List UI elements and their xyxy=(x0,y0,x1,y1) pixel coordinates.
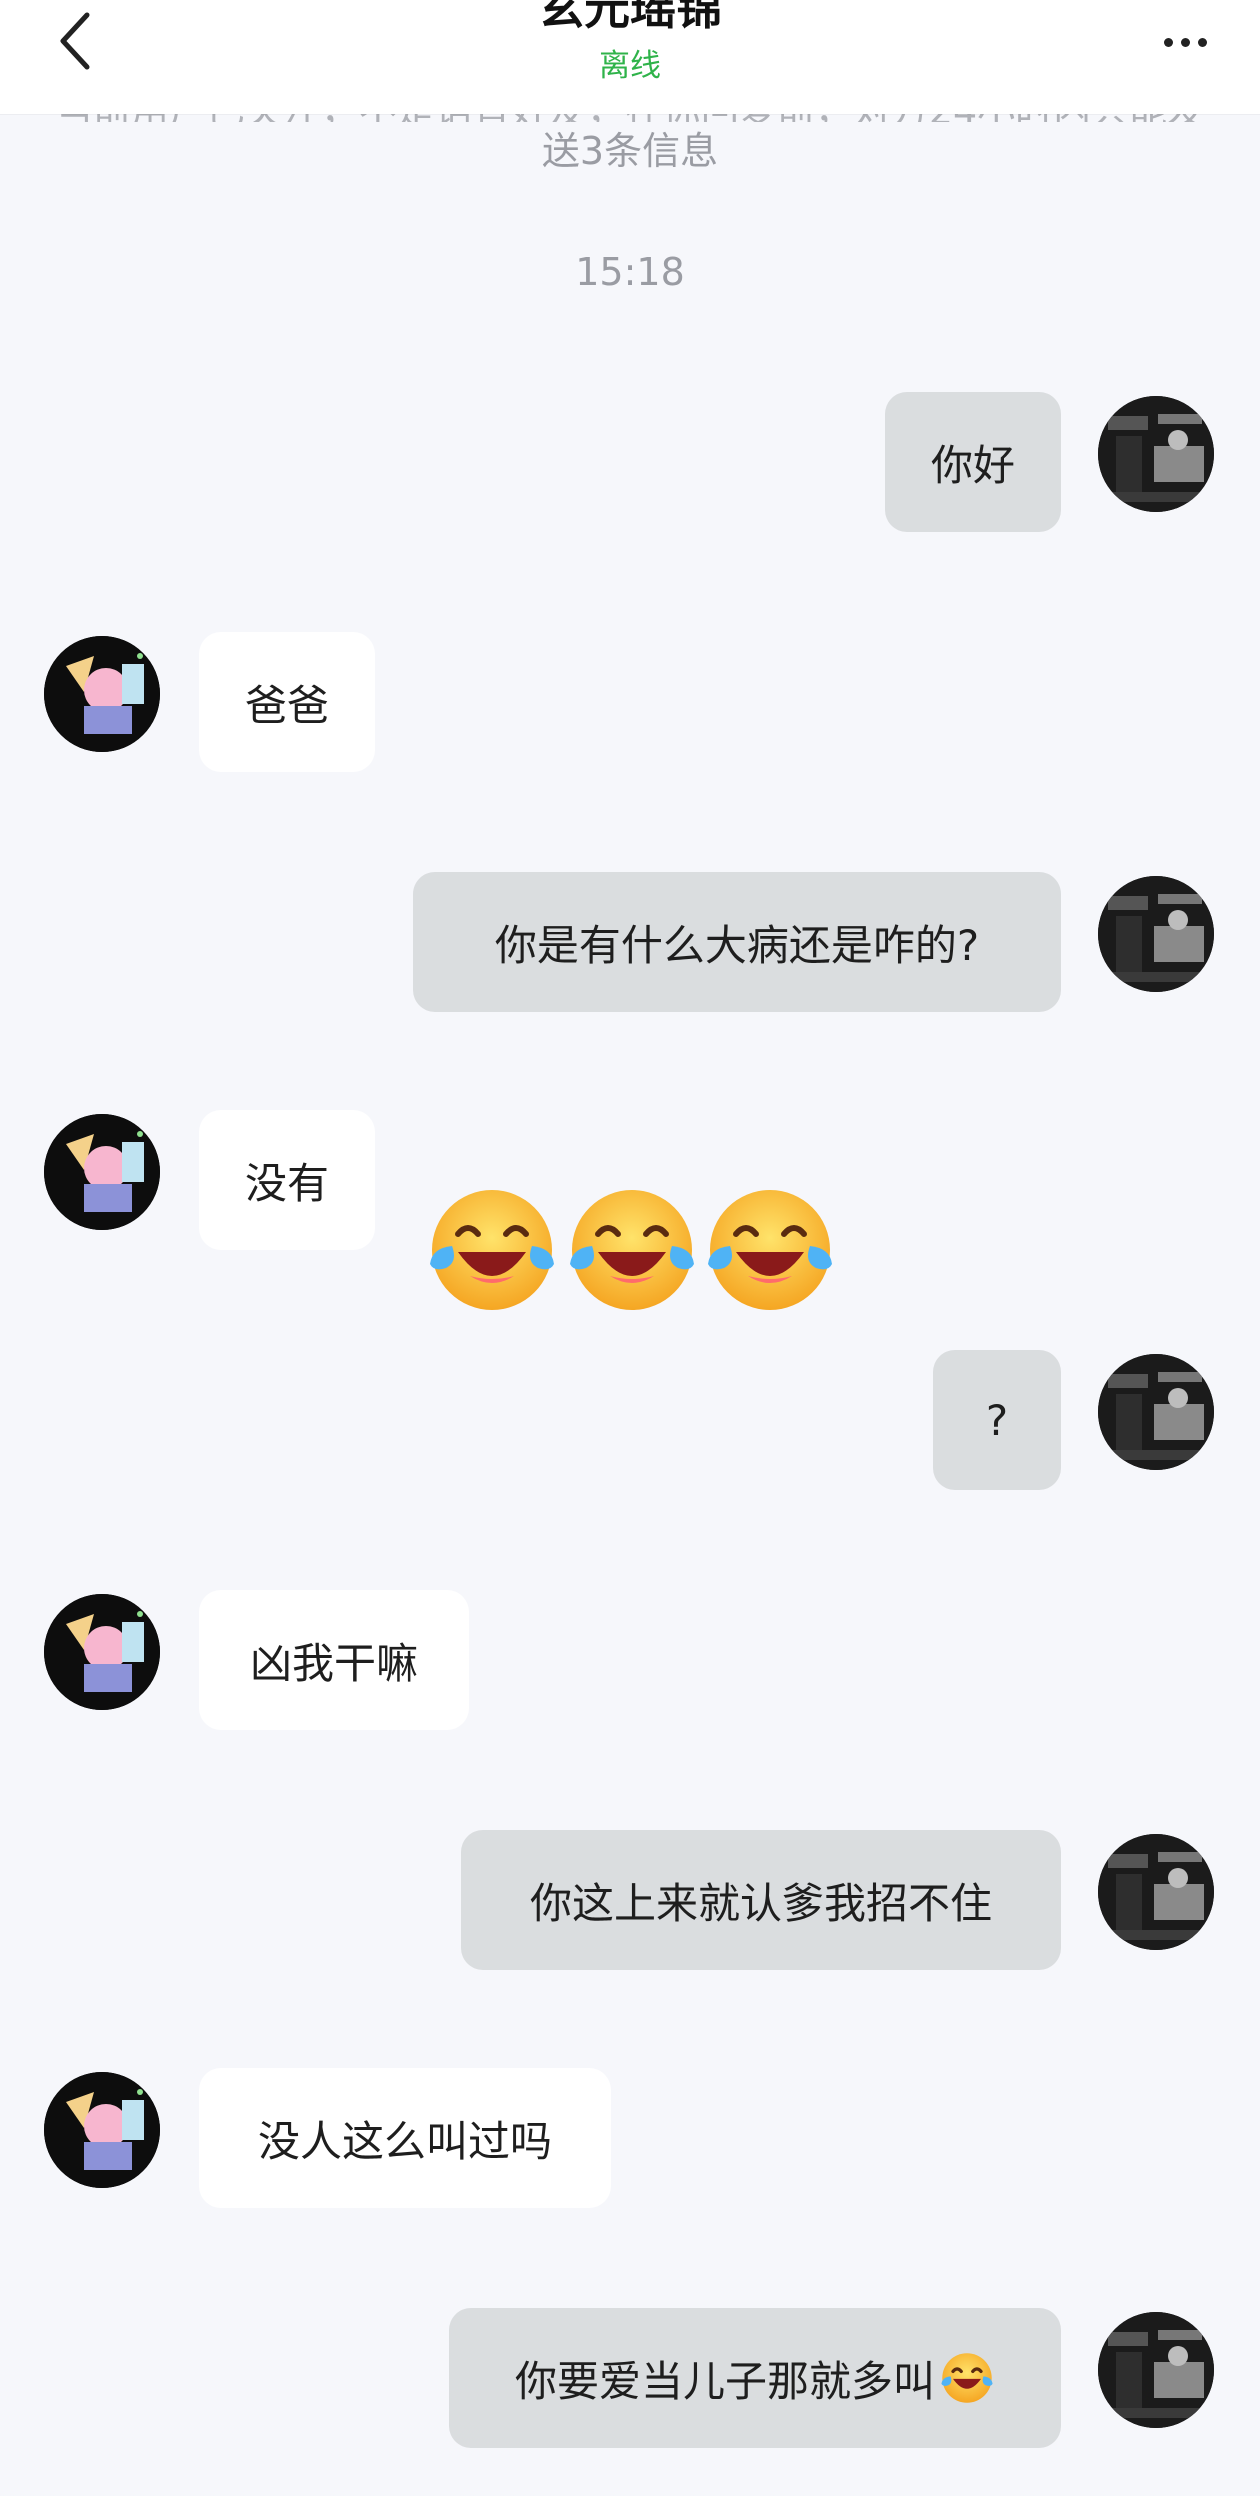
contact-avatar[interactable] xyxy=(44,2072,160,2188)
self-avatar[interactable] xyxy=(1098,396,1214,512)
self-avatar[interactable] xyxy=(1098,1354,1214,1470)
message-bubble-self[interactable]: 你是有什么大病还是咋的? xyxy=(413,872,1061,1012)
message-bubble-self[interactable]: 你好 xyxy=(885,392,1061,532)
online-status: 离线 xyxy=(599,48,661,84)
laugh-cry-emoji xyxy=(941,2353,993,2403)
laugh-cry-emoji xyxy=(570,1190,694,1310)
contact-avatar[interactable] xyxy=(44,1594,160,1710)
message-bubble-self[interactable]: ? xyxy=(933,1350,1061,1490)
self-avatar[interactable] xyxy=(1098,1834,1214,1950)
message-text: 凶我干嘛 xyxy=(249,1638,418,1688)
chat-header: 玄元瑶锦 离线 xyxy=(0,0,1260,114)
message-text: 你要爱当儿子那就多叫 xyxy=(514,2356,935,2406)
message-bubble-self[interactable]: 你要爱当儿子那就多叫 xyxy=(449,2308,1061,2448)
more-dot xyxy=(1180,37,1190,47)
message-text: 没人这么叫过吗 xyxy=(257,2116,552,2166)
notice-line-2: 送3条信息 xyxy=(541,129,719,173)
message-text: 你是有什么大病还是咋的? xyxy=(494,920,980,970)
more-dot xyxy=(1197,37,1207,47)
self-avatar[interactable] xyxy=(1098,876,1214,992)
emoji-group[interactable] xyxy=(424,1182,844,1318)
laugh-cry-emoji xyxy=(708,1190,832,1310)
message-timestamp: 15:18 xyxy=(575,250,685,294)
message-text: ? xyxy=(985,1395,1009,1445)
contact-name[interactable]: 玄元瑶锦 xyxy=(0,0,1260,38)
message-bubble-other[interactable]: 爸爸 xyxy=(199,632,375,772)
more-options-button[interactable] xyxy=(1150,12,1220,72)
more-horizontal-icon xyxy=(1163,37,1173,47)
message-bubble-other[interactable]: 没人这么叫过吗 xyxy=(199,2068,611,2208)
message-text: 爸爸 xyxy=(244,680,329,730)
contact-avatar[interactable] xyxy=(44,636,160,752)
laugh-cry-emoji xyxy=(430,1190,554,1310)
contact-avatar[interactable] xyxy=(44,1114,160,1230)
self-avatar[interactable] xyxy=(1098,2312,1214,2428)
message-bubble-other[interactable]: 凶我干嘛 xyxy=(199,1590,469,1730)
message-bubble-self[interactable]: 你这上来就认爹我招不住 xyxy=(461,1830,1061,1970)
message-text: 你好 xyxy=(930,440,1015,490)
message-bubble-other[interactable]: 没有 xyxy=(199,1110,375,1250)
message-text: 你这上来就认爹我招不住 xyxy=(529,1878,992,1928)
message-text: 没有 xyxy=(244,1158,329,1208)
